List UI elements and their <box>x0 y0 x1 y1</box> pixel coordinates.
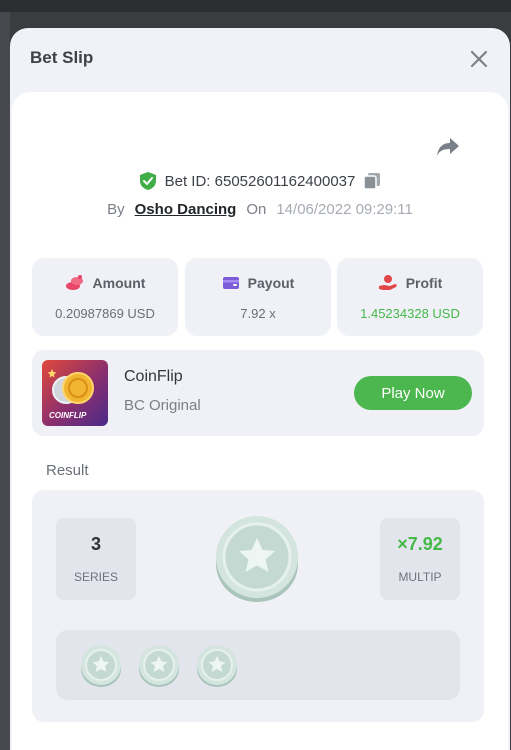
multiplier-box: ×7.92 MULTIP <box>380 518 460 600</box>
coin-history-strip <box>56 630 460 700</box>
stat-payout-label: Payout <box>247 275 295 291</box>
modal-header: Bet Slip <box>10 28 510 92</box>
stat-profit-value: 1.45234328 USD <box>360 306 460 321</box>
game-name: CoinFlip <box>124 368 183 385</box>
series-value: 3 <box>90 534 101 554</box>
copy-button[interactable] <box>363 172 381 190</box>
bet-id-row: Bet ID: 65052601162400037 <box>10 170 510 192</box>
modal-title: Bet Slip <box>30 48 94 67</box>
history-coin-1-icon <box>81 645 121 687</box>
stat-amount-value: 0.20987869 USD <box>55 306 155 321</box>
by-label: By <box>107 200 125 218</box>
coins-icon <box>65 275 83 290</box>
coinflip-logo-icon: COINFLIP <box>42 360 108 426</box>
hand-coin-icon <box>378 275 397 290</box>
series-label: SERIES <box>73 570 118 584</box>
history-coin-3-icon <box>197 645 237 687</box>
history-coin-2-icon <box>139 645 179 687</box>
bet-id: Bet ID: 65052601162400037 <box>164 172 356 190</box>
bet-slip-modal: Bet Slip Bet ID: 65052601162400037 By Os… <box>10 28 510 750</box>
close-icon <box>470 50 488 68</box>
stat-amount-label: Amount <box>92 275 146 291</box>
share-button[interactable] <box>435 136 461 158</box>
copy-icon <box>363 173 381 190</box>
stat-profit-header: Profit <box>337 274 483 292</box>
bet-meta-row: By Osho Dancing On 14/06/2022 09:29:11 <box>10 198 510 220</box>
multiplier-value: ×7.92 <box>397 534 443 554</box>
stat-profit: Profit 1.45234328 USD <box>337 258 483 336</box>
backdrop-top-bar <box>0 0 511 12</box>
stat-amount: Amount 0.20987869 USD <box>32 258 178 336</box>
stat-profit-label: Profit <box>405 275 443 291</box>
background-page-edge <box>0 12 10 750</box>
game-thumb-text: COINFLIP <box>49 411 87 420</box>
multiplier-label: MULTIP <box>398 570 442 584</box>
bet-datetime: 14/06/2022 09:29:11 <box>276 200 413 218</box>
wallet-icon <box>222 277 239 289</box>
share-icon <box>437 138 459 156</box>
game-card: COINFLIP CoinFlip BC Original Play Now <box>32 350 484 436</box>
close-button[interactable] <box>468 48 490 70</box>
game-subtitle: BC Original <box>124 397 201 414</box>
stat-payout-value: 7.92 x <box>240 306 276 321</box>
on-label: On <box>246 200 267 218</box>
play-now-button[interactable]: Play Now <box>354 376 472 410</box>
result-panel: 3 SERIES ×7.92 MULTIP <box>32 490 484 722</box>
result-label: Result <box>46 462 89 479</box>
game-thumbnail[interactable]: COINFLIP <box>42 360 108 426</box>
result-coin-icon <box>216 516 298 602</box>
stat-amount-header: Amount <box>32 274 178 292</box>
stat-payout: Payout 7.92 x <box>185 258 331 336</box>
stat-payout-header: Payout <box>185 274 331 292</box>
shield-check-icon <box>139 172 156 190</box>
series-box: 3 SERIES <box>56 518 136 600</box>
user-link[interactable]: Osho Dancing <box>135 201 237 218</box>
